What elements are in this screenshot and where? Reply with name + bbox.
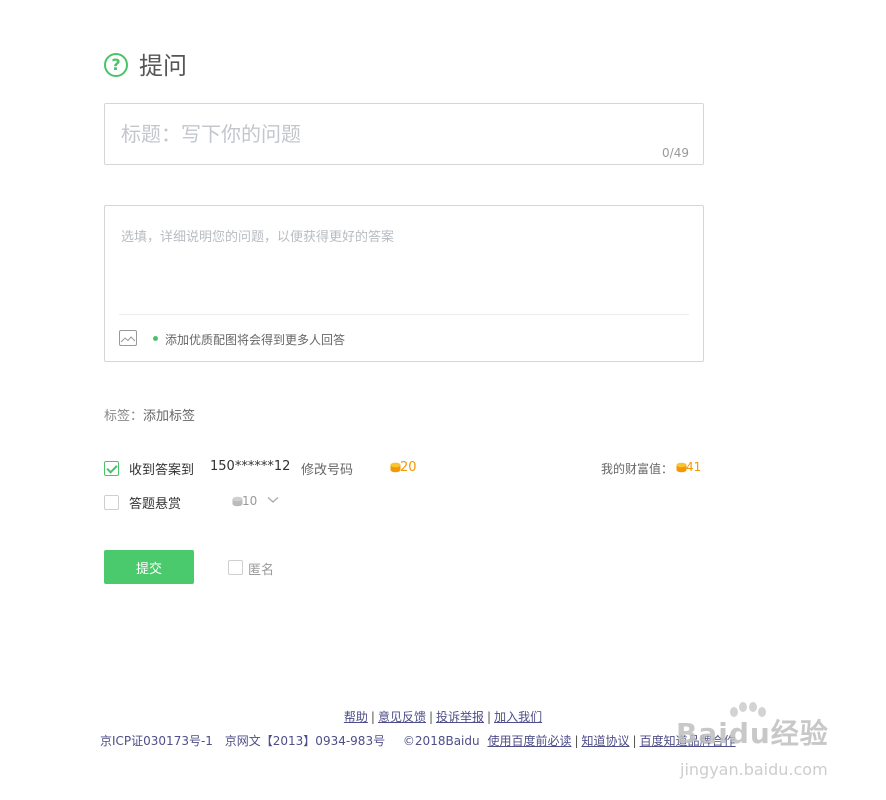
detail-divider [119,314,689,315]
tag-label: 标签： [104,409,144,424]
icp-number: 京ICP证030173号-1 [100,734,213,748]
footer-legal: 京ICP证030173号-1 京网文【2013】0934-983号 ©2018B… [100,734,736,748]
coin-reward-amount: 20 [400,460,417,475]
modify-phone-link[interactable]: 修改号码 [301,459,353,478]
watermark-url: jingyan.baidu.com [680,760,828,779]
wenhua-number: 京网文【2013】0934-983号 [224,734,386,748]
wealth-label: 我的财富值： [601,462,674,476]
coin-icon [232,496,243,507]
reward-label: 答题悬赏 [129,497,182,512]
question-circle-icon: ? [104,53,128,77]
image-icon[interactable] [119,330,137,346]
reward-amount: 10 [242,494,258,508]
detail-field[interactable]: 添加优质配图将会得到更多人回答 [104,205,704,362]
footer-link-help[interactable]: 帮助 [344,710,368,724]
coin-reward: 20 [390,460,417,475]
wealth-value: 41 [676,460,701,474]
coin-icon [676,462,687,473]
chevron-down-icon [267,497,279,503]
detail-textarea[interactable] [119,224,693,308]
footer-link-protocol[interactable]: 知道协议 [582,734,630,748]
notify-label: 收到答案到 [129,463,195,478]
page-title: 提问 [139,52,187,80]
footer-link-join[interactable]: 加入我们 [494,710,542,724]
footer-link-report[interactable]: 投诉举报 [436,710,484,724]
reward-amount-select[interactable]: 10 [232,494,279,508]
footer-link-terms[interactable]: 使用百度前必读 [487,734,571,748]
submit-button[interactable]: 提交 [104,550,194,584]
phone-number: 150******12 [210,459,291,474]
title-char-counter: 0/49 [662,146,689,160]
anonymous-label: 匿名 [248,563,275,578]
notify-checkbox[interactable] [104,461,119,476]
image-tip-text: 添加优质配图将会得到更多人回答 [165,333,346,347]
copyright: ©2018Baidu [402,734,480,748]
footer-link-feedback[interactable]: 意见反馈 [378,710,426,724]
coin-icon [390,462,401,473]
tip-dot [153,336,158,341]
add-tag-link[interactable]: 添加标签 [143,409,195,424]
wealth-amount: 41 [686,460,702,474]
anonymous-checkbox[interactable] [228,560,243,575]
title-field[interactable]: 0/49 [104,103,704,165]
tag-row: 标签：添加标签 [104,405,195,424]
title-input[interactable] [119,118,623,150]
watermark-logo: Baidu经验 [676,717,829,750]
reward-checkbox[interactable] [104,495,119,510]
